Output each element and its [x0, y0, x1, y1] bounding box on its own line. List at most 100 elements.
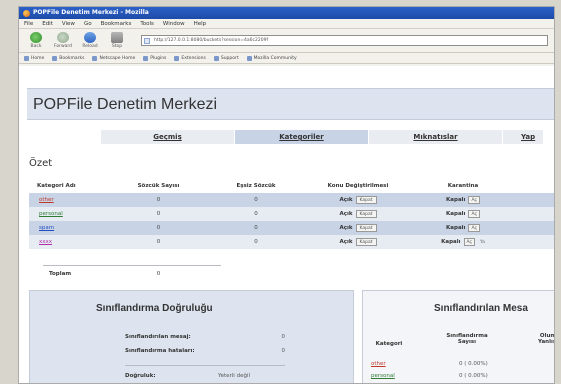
classified-label: Sınıflandırılan mesaj:	[125, 334, 191, 340]
bucket-link-spam[interactable]: spam	[39, 225, 54, 231]
bookmark-support[interactable]: Support	[213, 55, 239, 61]
back-button[interactable]: Back	[25, 32, 47, 49]
header-word-count: Sözcük Sayısı	[137, 182, 180, 189]
errors-label: Sınıflandırma hataları:	[125, 348, 195, 354]
bookmark-icon	[92, 55, 98, 61]
accuracy-label: Doğruluk:	[125, 373, 156, 379]
mozilla-icon	[23, 9, 30, 17]
reload-label: Reload	[82, 44, 98, 49]
summary-title: Özet	[29, 158, 53, 169]
bookmark-icon	[246, 55, 252, 61]
header-bucket-name: Kategori Adı	[37, 182, 76, 189]
bookmarks-bar: Home Bookmarks Netscape Home Plugins Ext…	[19, 53, 554, 64]
word-count: 0	[156, 239, 161, 245]
tab-configuration[interactable]: Yap	[503, 130, 543, 144]
page-title: POPFile Denetim Merkezi	[33, 96, 218, 113]
stop-button[interactable]: Stop	[106, 32, 128, 49]
bookmark-icon	[52, 55, 58, 61]
back-label: Back	[30, 44, 42, 49]
bucket-link-xxxx[interactable]: xxxx	[39, 239, 52, 245]
unique-words: 0	[254, 225, 258, 231]
back-arrow-icon	[30, 32, 42, 43]
menu-window[interactable]: Window	[163, 21, 185, 27]
classified-title: Sınıflandırılan Mesa	[434, 303, 528, 314]
unique-words: 0	[254, 211, 258, 217]
menu-edit[interactable]: Edit	[42, 21, 53, 27]
quarantine-toggle-button[interactable]: Aç	[468, 196, 480, 204]
classified-count-row: Sınıflandırılan mesaj: 0	[125, 334, 285, 340]
accuracy-divider	[125, 365, 285, 366]
navigation-toolbar: Back Forward Reload Stop http://127.0.0.…	[19, 29, 554, 53]
url-text: http://127.0.0.1:8080/buckets?session=4a…	[154, 38, 269, 43]
truncated-column-text: Ya	[480, 239, 485, 245]
menu-file[interactable]: File	[24, 21, 33, 27]
tab-magnets[interactable]: Mıknatıslar	[369, 130, 502, 144]
subject-toggle-button[interactable]: Kapat	[355, 210, 377, 218]
reload-button[interactable]: Reload	[79, 32, 101, 49]
bookmark-label: Support	[220, 55, 239, 61]
errors-value: 0	[281, 348, 286, 354]
bookmark-community[interactable]: Mozilla Community	[246, 55, 297, 61]
reload-icon	[84, 32, 96, 43]
bucket-link-personal[interactable]: personal	[39, 211, 63, 217]
bookmark-label: Plugins	[150, 55, 167, 61]
bookmark-home[interactable]: Home	[24, 55, 45, 61]
quarantine-state: Kapalı	[446, 197, 466, 203]
total-label: Toplam	[49, 271, 72, 277]
errors-count-row: Sınıflandırma hataları: 0	[125, 348, 285, 354]
word-count: 0	[156, 225, 161, 231]
subject-toggle-button[interactable]: Kapat	[355, 224, 377, 232]
forward-button[interactable]: Forward	[52, 32, 74, 49]
browser-window: POPFile Denetim Merkezi - Mozilla File E…	[18, 6, 555, 384]
accuracy-title: Sınıflandırma Doğruluğu	[96, 303, 213, 314]
word-count: 0	[156, 211, 161, 217]
header-unique-words: Eşsiz Sözcük	[236, 182, 276, 189]
header-quarantine: Karantina	[447, 182, 479, 189]
header-category: Kategori	[375, 341, 403, 347]
quarantine-toggle-button[interactable]: Aç	[468, 224, 480, 232]
home-icon	[24, 55, 29, 61]
bucket-link-other[interactable]: other	[39, 197, 54, 203]
table-row: personal 0 0 Açık Kapat Kapalı Aç	[29, 207, 554, 221]
menu-bookmarks[interactable]: Bookmarks	[101, 21, 132, 27]
quarantine-toggle-button[interactable]: Aç	[463, 238, 475, 246]
bookmark-label: Extensions	[181, 55, 206, 61]
window-title: POPFile Denetim Merkezi - Mozilla	[33, 9, 149, 16]
menu-go[interactable]: Go	[84, 21, 92, 27]
menu-view[interactable]: View	[62, 21, 75, 27]
tab-history[interactable]: Geçmiş	[101, 130, 234, 144]
menu-tools[interactable]: Tools	[140, 21, 154, 27]
menu-help[interactable]: Help	[194, 21, 207, 27]
stop-icon	[111, 32, 123, 43]
accuracy-value: Yeterli değil	[217, 373, 250, 379]
quarantine-state: Kapalı	[441, 239, 461, 245]
forward-arrow-icon	[57, 32, 69, 43]
bookmark-icon	[174, 55, 180, 61]
subject-toggle-button[interactable]: Kapat	[355, 196, 377, 204]
accuracy-row: Doğruluk: Yeterli değil	[125, 373, 250, 379]
main-tabs: Geçmiş Kategoriler Mıknatıslar Yap	[101, 130, 554, 144]
bookmark-extensions[interactable]: Extensions	[174, 55, 206, 61]
table-row: xxxx 0 0 Açık Kapat Kapalı Aç Ya	[29, 235, 554, 249]
classified-count: 0 ( 0.00%)	[459, 361, 488, 367]
total-divider	[43, 265, 221, 266]
bookmark-bookmarks[interactable]: Bookmarks	[52, 55, 84, 61]
table-row: spam 0 0 Açık Kapat Kapalı Aç	[29, 221, 554, 235]
bookmark-plugins[interactable]: Plugins	[143, 55, 167, 61]
table-row: other 0 0 Açık Kapat Kapalı Aç	[29, 193, 554, 207]
accuracy-panel: Sınıflandırma Doğruluğu Sınıflandırılan …	[29, 290, 354, 383]
quarantine-toggle-button[interactable]: Aç	[468, 210, 480, 218]
unique-words: 0	[254, 239, 258, 245]
bookmark-icon	[213, 55, 219, 61]
quarantine-state: Kapalı	[446, 211, 466, 217]
bookmark-netscape[interactable]: Netscape Home	[92, 55, 135, 61]
total-row: Toplam 0	[29, 271, 249, 277]
url-input[interactable]: http://127.0.0.1:8080/buckets?session=4a…	[141, 35, 548, 46]
subject-state: Açık	[339, 197, 353, 203]
window-titlebar: POPFile Denetim Merkezi - Mozilla	[19, 7, 554, 19]
summary-table: Kategori Adı Sözcük Sayısı Eşsiz Sözcük …	[29, 178, 554, 249]
bookmark-label: Home	[31, 55, 45, 61]
subject-toggle-button[interactable]: Kapat	[355, 238, 377, 246]
tab-buckets[interactable]: Kategoriler	[235, 130, 368, 144]
word-count: 0	[156, 197, 161, 203]
